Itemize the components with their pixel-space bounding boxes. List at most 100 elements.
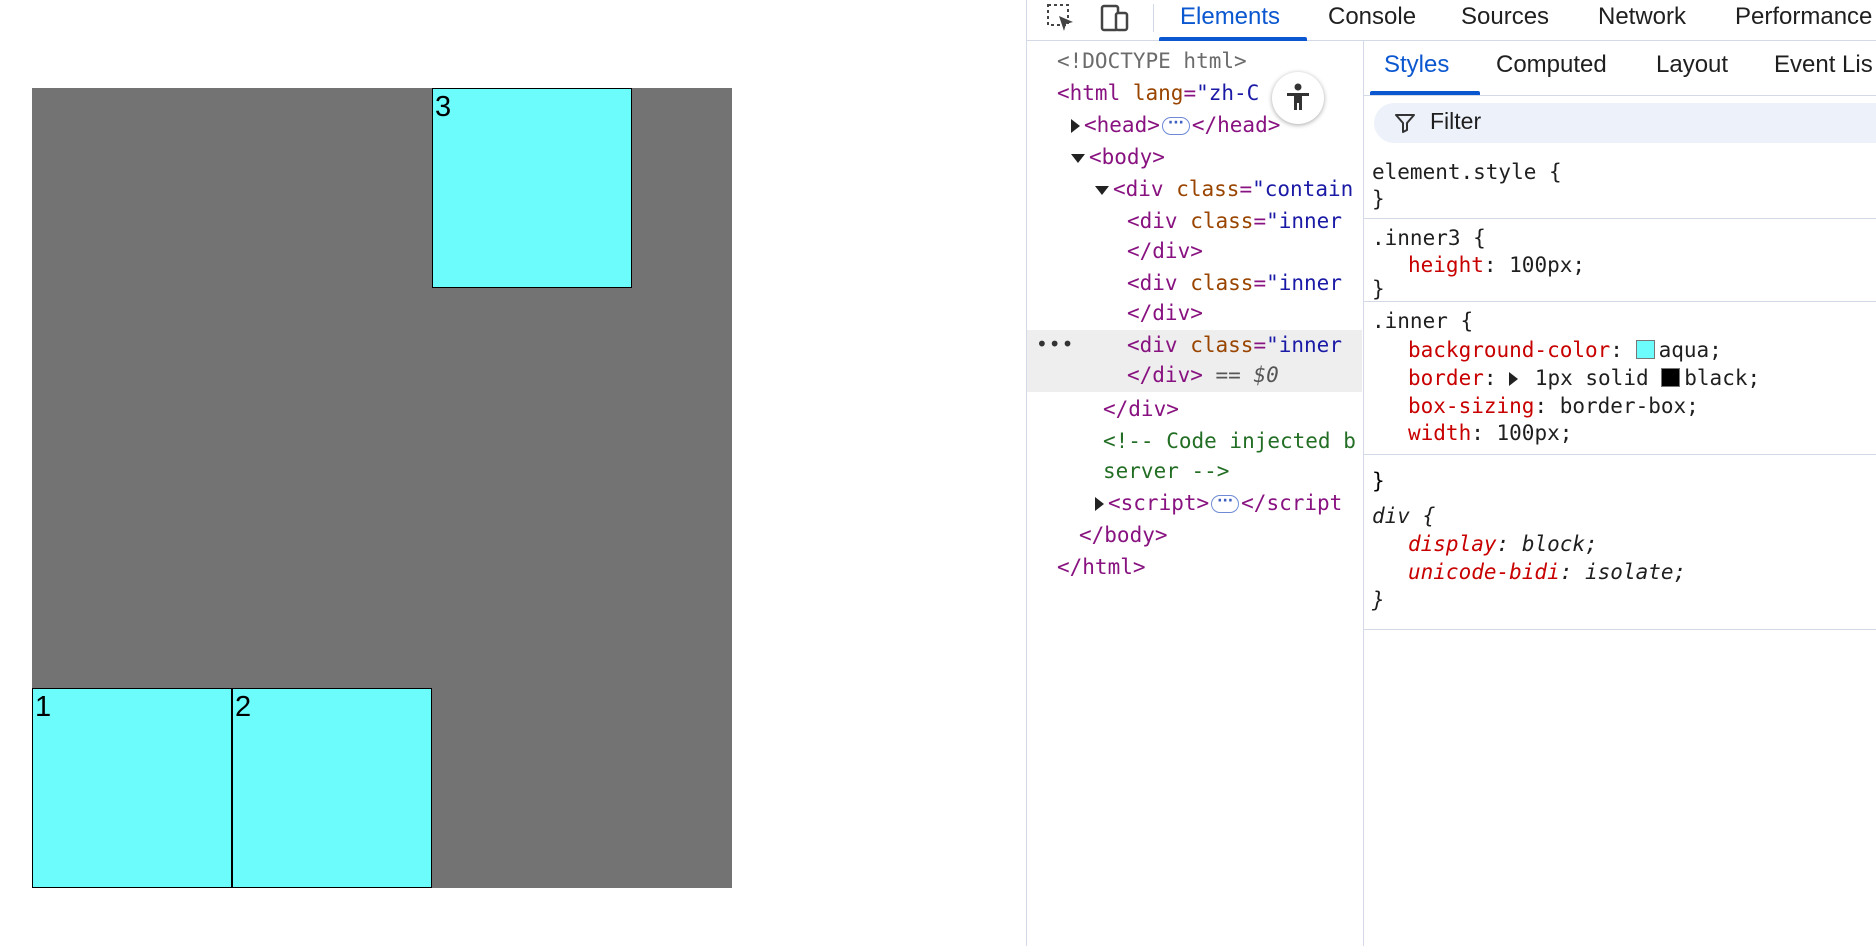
expand-triangle-icon[interactable] bbox=[1095, 497, 1104, 511]
devtools-panel: Elements Console Sources Network Perform… bbox=[1026, 0, 1876, 946]
dom-node-body-close[interactable]: </body> bbox=[1027, 520, 1362, 550]
tab-console[interactable]: Console bbox=[1328, 0, 1416, 40]
accessibility-icon bbox=[1287, 83, 1309, 110]
tab-elements[interactable]: Elements bbox=[1180, 0, 1280, 40]
filter-input[interactable]: Filter bbox=[1374, 103, 1876, 143]
dom-node-close[interactable]: </div> bbox=[1027, 298, 1362, 328]
declaration-box-sizing[interactable]: box-sizing: border-box; bbox=[1408, 392, 1699, 420]
dom-node-comment[interactable]: <!-- Code injected b bbox=[1027, 426, 1362, 456]
property-name: border bbox=[1408, 366, 1484, 390]
attr-name: class bbox=[1176, 177, 1240, 201]
collapse-triangle-icon[interactable] bbox=[1071, 153, 1085, 163]
dom-node-comment-cont: server --> bbox=[1027, 456, 1362, 486]
tag-text: </html> bbox=[1057, 555, 1146, 579]
rule-element-style[interactable]: element.style { } bbox=[1364, 149, 1876, 219]
devtools-toolbar: Elements Console Sources Network Perform… bbox=[1027, 0, 1876, 41]
comment-text: <!-- Code injected b bbox=[1103, 429, 1356, 453]
tab-sources[interactable]: Sources bbox=[1461, 0, 1549, 40]
rule-selector: element.style { bbox=[1372, 160, 1562, 184]
dom-node-html-close[interactable]: </html> bbox=[1027, 552, 1362, 582]
tab-styles[interactable]: Styles bbox=[1384, 51, 1449, 79]
attr-value: "zh-C bbox=[1196, 81, 1260, 105]
declaration-unicode-bidi: unicode-bidi: isolate; bbox=[1408, 560, 1687, 584]
declaration-background-color[interactable]: background-color: aqua; bbox=[1408, 336, 1722, 364]
tab-event-listeners[interactable]: Event Lis bbox=[1774, 51, 1873, 79]
doctype-text: <!DOCTYPE html> bbox=[1057, 49, 1247, 73]
color-swatch[interactable] bbox=[1635, 340, 1655, 359]
device-toggle-icon[interactable] bbox=[1099, 2, 1131, 34]
node-actions-icon[interactable]: ••• bbox=[1036, 332, 1074, 356]
inner-box-1[interactable]: 1 bbox=[32, 688, 232, 888]
dom-node-close[interactable]: </div> bbox=[1027, 236, 1362, 266]
attr-name: class bbox=[1190, 209, 1254, 233]
tag-text: <div bbox=[1127, 209, 1178, 233]
attr-name: lang bbox=[1132, 81, 1184, 105]
tab-computed[interactable]: Computed bbox=[1496, 51, 1607, 79]
rule-close: } bbox=[1372, 588, 1385, 612]
dom-node-container[interactable]: <div class="contain bbox=[1027, 174, 1362, 204]
inner-box-label: 1 bbox=[35, 691, 52, 723]
rule-close: } bbox=[1372, 469, 1385, 493]
rule-inner3[interactable]: .inner3 { height: 100px; } bbox=[1364, 219, 1876, 302]
declaration-border[interactable]: border: 1px solid black; bbox=[1408, 364, 1760, 392]
attr-value: "inner bbox=[1266, 209, 1342, 233]
styles-tabbar: Styles Computed Layout Event Lis bbox=[1364, 41, 1876, 96]
dom-node-inner-1[interactable]: <div class="inner bbox=[1027, 206, 1362, 236]
property-value: black; bbox=[1684, 366, 1761, 390]
accessibility-tree-button[interactable] bbox=[1272, 72, 1324, 124]
tab-network[interactable]: Network bbox=[1598, 0, 1686, 40]
tag-text: </div> bbox=[1127, 301, 1203, 325]
declaration-height[interactable]: height: 100px; bbox=[1408, 251, 1585, 279]
property-name: height bbox=[1408, 253, 1484, 277]
inner-box-label: 3 bbox=[435, 91, 452, 123]
property-value: isolate; bbox=[1585, 560, 1687, 584]
expand-triangle-icon[interactable] bbox=[1509, 372, 1519, 386]
tab-performance[interactable]: Performance bbox=[1735, 0, 1872, 40]
property-name: box-sizing bbox=[1408, 394, 1535, 418]
rule-inner[interactable]: .inner { background-color: aqua; border:… bbox=[1364, 302, 1876, 455]
color-swatch[interactable] bbox=[1661, 368, 1681, 387]
dom-node-close[interactable]: </div> bbox=[1027, 394, 1362, 424]
container-box: 1 2 3 bbox=[32, 88, 732, 888]
tag-text: </head> bbox=[1191, 113, 1281, 137]
rule-div-user-agent[interactable]: div { display: block; unicode-bidi: isol… bbox=[1364, 503, 1876, 630]
tag-text: </body> bbox=[1079, 523, 1168, 547]
declaration-width[interactable]: width: 100px; bbox=[1408, 419, 1572, 447]
inspect-element-icon[interactable] bbox=[1045, 2, 1077, 34]
selected-node-marker: == $0 bbox=[1215, 363, 1279, 387]
tag-text: </div> bbox=[1127, 363, 1203, 387]
inner-box-2[interactable]: 2 bbox=[232, 688, 432, 888]
declaration-display: display: block; bbox=[1408, 532, 1598, 556]
property-value: block; bbox=[1521, 532, 1598, 556]
property-value: 100px; bbox=[1509, 253, 1586, 277]
collapsed-ellipsis-icon[interactable]: ··· bbox=[1161, 116, 1190, 135]
collapse-triangle-icon[interactable] bbox=[1095, 185, 1109, 195]
attr-value: "contain bbox=[1252, 177, 1354, 201]
dom-node-body[interactable]: <body> bbox=[1027, 142, 1362, 172]
inner-box-3[interactable]: 3 bbox=[432, 88, 632, 288]
toolbar-separator bbox=[1153, 4, 1154, 32]
tag-text: </script bbox=[1241, 491, 1343, 515]
dom-tree: <!DOCTYPE html> <html lang="zh-C <head> ·… bbox=[1027, 41, 1362, 946]
tag-text: </div> bbox=[1127, 239, 1203, 263]
property-value: border-box; bbox=[1559, 394, 1699, 418]
attr-name: class bbox=[1190, 271, 1254, 295]
property-value: 1px solid bbox=[1534, 366, 1649, 390]
dom-node-script[interactable]: <script> ··· </script bbox=[1027, 488, 1362, 518]
inner-box-label: 2 bbox=[235, 691, 252, 723]
tag-text: <body> bbox=[1089, 145, 1165, 169]
property-value: aqua; bbox=[1658, 338, 1722, 362]
rule-close: } bbox=[1372, 187, 1385, 211]
property-value: 100px; bbox=[1496, 421, 1573, 445]
attr-value: "inner bbox=[1266, 271, 1342, 295]
dom-node-inner-3-selected[interactable]: <div class="inner </div> == $0 bbox=[1027, 330, 1362, 392]
filter-placeholder: Filter bbox=[1430, 108, 1482, 134]
tag-text: <html bbox=[1057, 81, 1121, 105]
tab-layout[interactable]: Layout bbox=[1656, 51, 1728, 79]
collapsed-ellipsis-icon[interactable]: ··· bbox=[1211, 494, 1240, 513]
rule-selector: div { bbox=[1372, 504, 1436, 528]
rule-selector: .inner3 { bbox=[1372, 226, 1486, 250]
rule-close: } bbox=[1372, 277, 1385, 301]
dom-node-inner-2[interactable]: <div class="inner bbox=[1027, 268, 1362, 298]
expand-triangle-icon[interactable] bbox=[1071, 119, 1080, 133]
